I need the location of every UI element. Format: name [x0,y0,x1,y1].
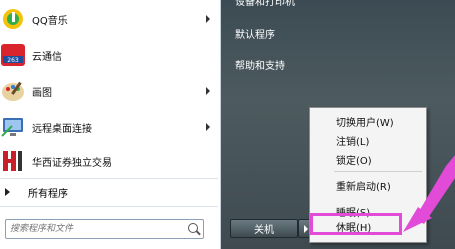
menu-item-restart[interactable]: 重新启动(R) [336,178,391,193]
program-label: QQ音乐 [32,15,68,27]
all-programs-label: 所有程序 [28,188,68,200]
menu-item-switch-user[interactable]: 切换用户(W) [336,114,394,129]
submenu-arrow-icon[interactable] [206,123,210,131]
program-item-qq-music[interactable]: QQ音乐 [0,4,218,34]
divider [0,206,218,207]
shutdown-button[interactable]: 关机 [230,219,298,238]
svg-text:263: 263 [7,57,19,64]
paint-palette-icon [0,78,26,104]
program-label: 云通信 [32,51,62,63]
devices-printers-link[interactable]: 设备和打印机 [235,0,295,8]
help-support-link[interactable]: 帮助和支持 [235,57,285,72]
cloud-comm-icon: 263 [0,42,26,68]
remote-desktop-icon [0,114,26,140]
program-item-cloud-comm[interactable]: 263 云通信 [0,40,218,70]
program-label: 远程桌面连接 [32,123,92,135]
menu-separator [334,171,422,172]
huaxi-securities-icon [0,148,26,174]
shutdown-label: 关机 [254,225,274,236]
program-item-remote-desktop[interactable]: 远程桌面连接 [0,112,218,142]
program-item-paint[interactable]: 画图 [0,76,218,106]
all-programs-button[interactable]: 所有程序 [0,181,218,203]
program-label: 华西证券独立交易 [32,157,112,169]
search-input[interactable] [10,222,180,236]
program-item-huaxi-trading[interactable]: 华西证券独立交易 [0,146,218,176]
expand-arrow-icon [5,188,10,196]
program-list-pane: QQ音乐 263 云通信 画图 远程桌面连接 华西证券独立交易 所有程序 [0,0,221,249]
default-programs-link[interactable]: 默认程序 [235,26,275,41]
search-icon[interactable] [188,223,198,233]
menu-item-log-off[interactable]: 注销(L) [336,133,369,148]
submenu-arrow-icon[interactable] [206,87,210,95]
menu-item-hibernate[interactable]: 休眠(H) [336,219,371,234]
search-box[interactable] [5,219,204,239]
submenu-arrow-icon[interactable] [206,15,210,23]
power-options-menu: 切换用户(W) 注销(L) 锁定(O) 重新启动(R) 睡眠(S) 休眠(H) [309,107,427,243]
program-label: 画图 [32,87,52,99]
divider [0,178,218,179]
menu-item-lock[interactable]: 锁定(O) [336,152,372,167]
qq-music-icon [0,6,26,32]
